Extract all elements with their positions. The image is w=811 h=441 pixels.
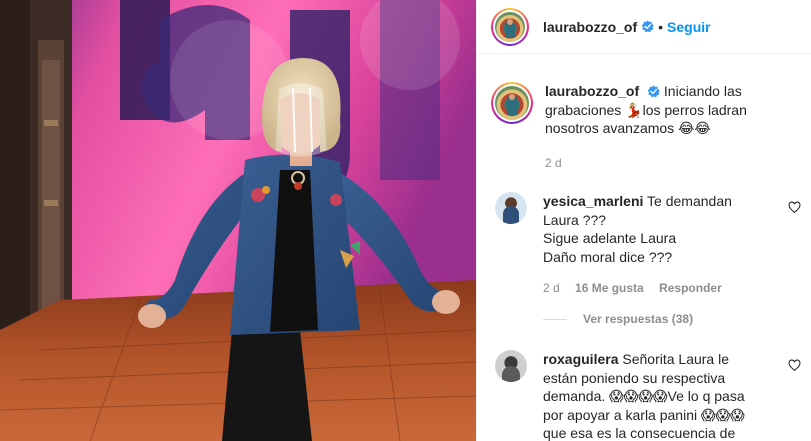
comment-age[interactable]: 2 d	[543, 281, 560, 295]
separator-dot: •	[658, 18, 664, 35]
post-sidebar: laurabozzo_of • Seguir laurabozzo_of Ini…	[476, 0, 811, 441]
comment-item: yesica_marleni Te demandan Laura ??? Sig…	[495, 192, 805, 298]
author-avatar[interactable]	[491, 7, 529, 46]
post-video[interactable]	[0, 0, 476, 441]
caption-username[interactable]: laurabozzo_of	[545, 83, 639, 99]
verified-badge-icon	[647, 85, 660, 98]
post-caption: laurabozzo_of Iniciando las grabaciones …	[491, 82, 801, 172]
like-comment-heart-icon[interactable]	[788, 359, 801, 372]
commenter-avatar[interactable]	[495, 192, 527, 224]
follow-button[interactable]: Seguir	[667, 19, 711, 35]
comment-username[interactable]: yesica_marleni	[543, 193, 643, 209]
comment-likes[interactable]: 16 Me gusta	[575, 281, 644, 295]
comment-meta: 2 d 16 Me gusta Responder	[543, 279, 763, 298]
reply-button[interactable]: Responder	[659, 281, 722, 295]
comment-body: roxaguilera Señorita Laura le están poni…	[543, 350, 763, 441]
author-username[interactable]: laurabozzo_of	[543, 19, 637, 35]
caption-body: laurabozzo_of Iniciando las grabaciones …	[545, 82, 785, 172]
comment-item: roxaguilera Señorita Laura le están poni…	[495, 350, 805, 441]
video-frame	[0, 0, 476, 441]
post-header: laurabozzo_of • Seguir	[477, 0, 811, 54]
caption-age[interactable]: 2 d	[545, 154, 785, 173]
comment-username[interactable]: roxaguilera	[543, 351, 618, 367]
commenter-avatar[interactable]	[495, 350, 527, 382]
verified-badge-icon	[641, 20, 654, 33]
replies-divider	[543, 319, 567, 321]
like-comment-heart-icon[interactable]	[788, 201, 801, 214]
comment-body: yesica_marleni Te demandan Laura ??? Sig…	[543, 192, 763, 298]
view-replies[interactable]: Ver respuestas (38)	[543, 312, 693, 326]
caption-author-avatar[interactable]	[491, 82, 533, 124]
view-replies-label[interactable]: Ver respuestas (38)	[583, 312, 693, 326]
instagram-post-view: laurabozzo_of • Seguir laurabozzo_of Ini…	[0, 0, 811, 441]
